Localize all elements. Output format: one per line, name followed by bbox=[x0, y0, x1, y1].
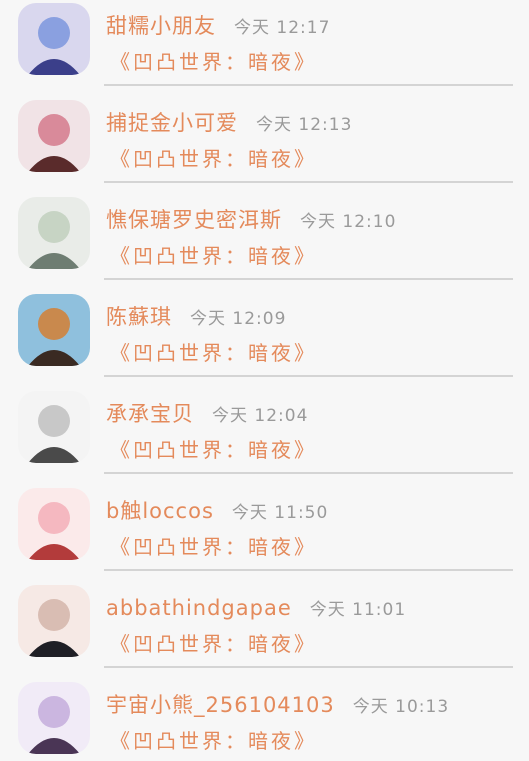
message-time: 今天 11:01 bbox=[309, 600, 407, 620]
contact-name: abbathindgapae bbox=[106, 596, 292, 620]
message-preview: 《凹凸世界：暗夜》 bbox=[110, 632, 317, 656]
conversation-row[interactable]: 宇宙小熊_256104103 今天 10:13 《凹凸世界：暗夜》 bbox=[0, 679, 529, 761]
avatar[interactable] bbox=[18, 488, 90, 560]
row-divider bbox=[104, 375, 513, 377]
message-preview: 《凹凸世界：暗夜》 bbox=[110, 729, 317, 753]
contact-name: 甜糯小朋友 bbox=[106, 14, 216, 38]
avatar-image bbox=[18, 3, 90, 75]
row-divider bbox=[104, 278, 513, 280]
avatar-image bbox=[18, 100, 90, 172]
row-divider bbox=[104, 84, 513, 86]
conversation-row[interactable]: abbathindgapae 今天 11:01 《凹凸世界：暗夜》 bbox=[0, 582, 529, 679]
conversation-header: 甜糯小朋友 今天 12:17 bbox=[106, 12, 330, 40]
conversation-row[interactable]: 捕捉金小可爱 今天 12:13 《凹凸世界：暗夜》 bbox=[0, 97, 529, 194]
message-preview: 《凹凸世界：暗夜》 bbox=[110, 438, 317, 462]
message-time: 今天 12:10 bbox=[300, 212, 397, 232]
conversation-header: 捕捉金小可爱 今天 12:13 bbox=[106, 109, 352, 137]
contact-name: b触loccos bbox=[106, 499, 214, 523]
conversation-row[interactable]: 甜糯小朋友 今天 12:17 《凹凸世界：暗夜》 bbox=[0, 0, 529, 97]
conversation-row[interactable]: 憔保瑭罗史密洱斯 今天 12:10 《凹凸世界：暗夜》 bbox=[0, 194, 529, 291]
message-preview: 《凹凸世界：暗夜》 bbox=[110, 244, 317, 268]
conversation-row[interactable]: 陈蘇琪 今天 12:09 《凹凸世界：暗夜》 bbox=[0, 291, 529, 388]
conversation-header: 憔保瑭罗史密洱斯 今天 12:10 bbox=[106, 206, 396, 234]
message-time: 今天 11:50 bbox=[231, 503, 329, 523]
avatar-image bbox=[18, 294, 90, 366]
conversation-header: 承承宝贝 今天 12:04 bbox=[106, 400, 308, 428]
avatar[interactable] bbox=[18, 100, 90, 172]
message-preview: 《凹凸世界：暗夜》 bbox=[110, 341, 317, 365]
conversation-header: 宇宙小熊_256104103 今天 10:13 bbox=[106, 691, 449, 719]
message-time: 今天 12:17 bbox=[234, 18, 331, 38]
avatar-image bbox=[18, 585, 90, 657]
contact-name: 捕捉金小可爱 bbox=[106, 111, 238, 135]
avatar-image bbox=[18, 197, 90, 269]
avatar[interactable] bbox=[18, 682, 90, 754]
row-divider bbox=[104, 666, 513, 668]
row-divider bbox=[104, 181, 513, 183]
message-time: 今天 10:13 bbox=[352, 697, 450, 717]
contact-name: 憔保瑭罗史密洱斯 bbox=[106, 208, 282, 232]
contact-name: 陈蘇琪 bbox=[106, 305, 172, 329]
avatar[interactable] bbox=[18, 197, 90, 269]
avatar[interactable] bbox=[18, 294, 90, 366]
row-divider bbox=[104, 472, 513, 474]
avatar-image bbox=[18, 391, 90, 463]
message-preview: 《凹凸世界：暗夜》 bbox=[110, 50, 317, 74]
contact-name: 承承宝贝 bbox=[106, 402, 194, 426]
avatar[interactable] bbox=[18, 585, 90, 657]
conversation-row[interactable]: 承承宝贝 今天 12:04 《凹凸世界：暗夜》 bbox=[0, 388, 529, 485]
conversation-row[interactable]: b触loccos 今天 11:50 《凹凸世界：暗夜》 bbox=[0, 485, 529, 582]
contact-name: 宇宙小熊_256104103 bbox=[106, 693, 335, 717]
avatar-image bbox=[18, 682, 90, 754]
conversation-header: b触loccos 今天 11:50 bbox=[106, 497, 328, 525]
message-time: 今天 12:13 bbox=[256, 115, 353, 135]
avatar[interactable] bbox=[18, 3, 90, 75]
message-time: 今天 12:09 bbox=[190, 309, 287, 329]
message-preview: 《凹凸世界：暗夜》 bbox=[110, 535, 317, 559]
conversation-header: 陈蘇琪 今天 12:09 bbox=[106, 303, 286, 331]
message-preview: 《凹凸世界：暗夜》 bbox=[110, 147, 317, 171]
avatar[interactable] bbox=[18, 391, 90, 463]
conversation-header: abbathindgapae 今天 11:01 bbox=[106, 594, 406, 622]
row-divider bbox=[104, 569, 513, 571]
conversation-list: 甜糯小朋友 今天 12:17 《凹凸世界：暗夜》 捕捉金小可爱 今天 12:13 《… bbox=[0, 0, 529, 761]
message-time: 今天 12:04 bbox=[212, 406, 309, 426]
avatar-image bbox=[18, 488, 90, 560]
